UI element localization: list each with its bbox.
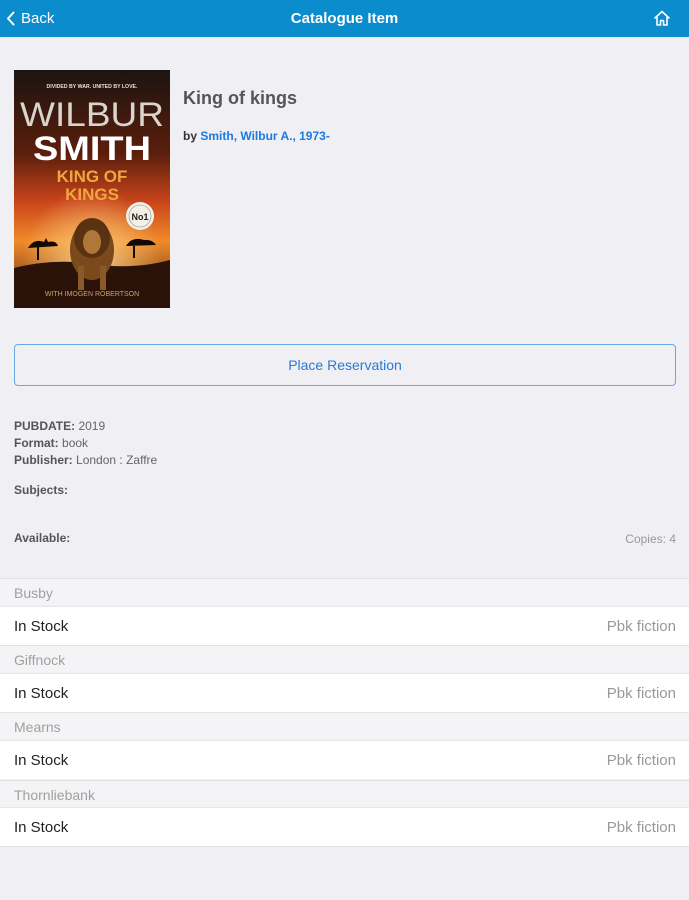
format-row: Format: book [14, 436, 88, 450]
copies-count: Copies: 4 [625, 532, 676, 546]
cover-coauthor: WITH IMOGEN ROBERTSON [45, 291, 139, 298]
publisher-label: Publisher: [14, 453, 73, 467]
branch-name: Mearns [14, 719, 61, 735]
shelf-location: Pbk fiction [606, 685, 676, 702]
stock-status: In Stock [14, 685, 69, 702]
cover-author-last: SMITH [33, 130, 151, 168]
bestseller-badge: No1 [126, 202, 154, 230]
branch-name: Thornliebank [14, 787, 95, 803]
branch-name: Giffnock [14, 652, 66, 668]
chevron-left-icon [7, 11, 15, 26]
stock-status: In Stock [14, 752, 69, 769]
publisher-value: London : Zaffre [76, 453, 158, 467]
branch-header: Busby [0, 578, 689, 605]
by-label: by [183, 129, 198, 143]
badge-text: No1 [131, 212, 148, 222]
place-reservation-button[interactable]: Place Reservation [14, 344, 676, 386]
book-author-line: by Smith, Wilbur A., 1973- [183, 129, 330, 143]
publisher-row: Publisher: London : Zaffre [14, 453, 157, 467]
author-link[interactable]: Smith, Wilbur A., 1973- [200, 129, 329, 143]
list-divider [0, 846, 689, 847]
navigation-bar: Back Catalogue Item [0, 0, 689, 37]
format-label: Format: [14, 436, 59, 450]
available-row: Available: [14, 531, 70, 545]
branch-header: Giffnock [0, 645, 689, 672]
stock-status: In Stock [14, 618, 69, 635]
shelf-location: Pbk fiction [606, 618, 676, 635]
book-cover-image: DIVIDED BY WAR. UNITED BY LOVE. WILBUR S… [14, 70, 170, 308]
book-title: King of kings [183, 88, 297, 108]
branch-header: Thornliebank [0, 780, 689, 807]
cover-author-first: WILBUR [20, 96, 164, 134]
stock-row: In Stock Pbk fiction [0, 673, 689, 712]
home-icon[interactable] [653, 9, 671, 27]
stock-status: In Stock [14, 819, 69, 836]
cover-tagline: DIVIDED BY WAR. UNITED BY LOVE. [47, 84, 138, 90]
shelf-location: Pbk fiction [606, 819, 676, 836]
subjects-row: Subjects: [14, 483, 68, 497]
branch-name: Busby [14, 585, 53, 601]
page-title: Catalogue Item [290, 10, 399, 27]
stock-row: In Stock Pbk fiction [0, 807, 689, 846]
pubdate-row: PUBDATE: 2019 [14, 419, 105, 433]
cover-title-line-2: KINGS [65, 185, 119, 204]
stock-row: In Stock Pbk fiction [0, 606, 689, 645]
pubdate-value: 2019 [78, 419, 106, 433]
branch-header: Mearns [0, 712, 689, 739]
back-button[interactable]: Back [6, 0, 54, 37]
shelf-location: Pbk fiction [606, 752, 676, 769]
format-value: book [62, 436, 89, 450]
cover-title-line-1: KING OF [57, 167, 128, 186]
subjects-label: Subjects: [14, 483, 69, 497]
stock-row: In Stock Pbk fiction [0, 740, 689, 779]
pubdate-label: PUBDATE: [14, 419, 76, 433]
available-label: Available: [14, 531, 71, 545]
back-label: Back [21, 10, 55, 27]
